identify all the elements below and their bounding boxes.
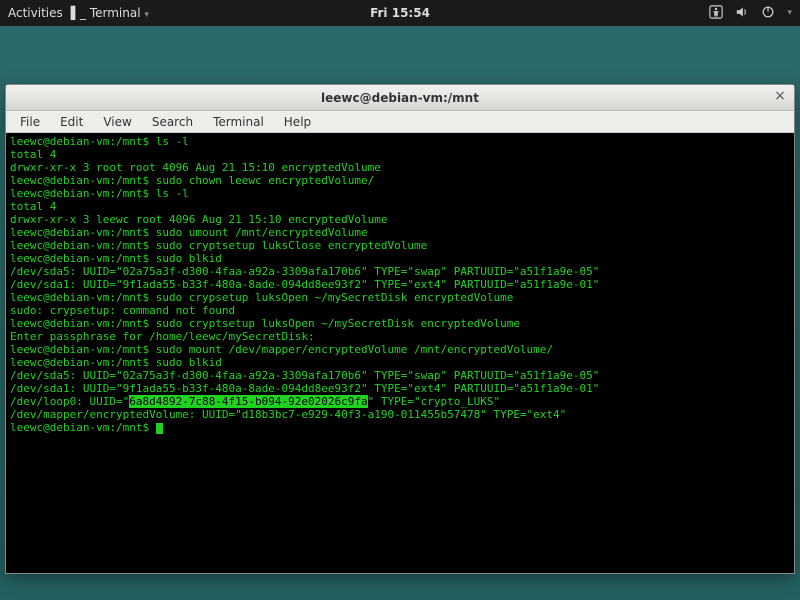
terminal-cursor xyxy=(156,423,163,434)
close-icon[interactable]: × xyxy=(772,89,788,105)
gnome-top-panel: Activities ▌_ Terminal ▾ Fri 15:54 ▾ xyxy=(0,0,800,26)
terminal-line: sudo: crypsetup: command not found xyxy=(10,304,790,317)
clock[interactable]: Fri 15:54 xyxy=(370,6,430,20)
app-menu-label: Terminal xyxy=(90,6,141,20)
window-titlebar[interactable]: leewc@debian-vm:/mnt × xyxy=(6,85,794,111)
window-title: leewc@debian-vm:/mnt xyxy=(321,91,479,105)
accessibility-icon[interactable] xyxy=(709,5,723,22)
terminal-icon: ▌_ xyxy=(71,6,86,20)
terminal-line: leewc@debian-vm:/mnt$ sudo mount /dev/ma… xyxy=(10,343,790,356)
terminal-line: total 4 xyxy=(10,148,790,161)
menu-search[interactable]: Search xyxy=(144,113,201,131)
terminal-line: /dev/loop0: UUID="6a8d4892-7c88-4f15-b09… xyxy=(10,395,790,408)
terminal-line: /dev/mapper/encryptedVolume: UUID="d18b3… xyxy=(10,408,790,421)
terminal-line: leewc@debian-vm:/mnt$ sudo cryptsetup lu… xyxy=(10,317,790,330)
terminal-line: drwxr-xr-x 3 root root 4096 Aug 21 15:10… xyxy=(10,161,790,174)
power-icon[interactable] xyxy=(761,5,775,22)
terminal-line: leewc@debian-vm:/mnt$ sudo chown leewc e… xyxy=(10,174,790,187)
menu-file[interactable]: File xyxy=(12,113,48,131)
terminal-line: /dev/sda5: UUID="02a75a3f-d300-4faa-a92a… xyxy=(10,265,790,278)
terminal-line: leewc@debian-vm:/mnt$ sudo crypsetup luk… xyxy=(10,291,790,304)
terminal-line: /dev/sda1: UUID="9f1ada55-b33f-480a-8ade… xyxy=(10,382,790,395)
activities-button[interactable]: Activities xyxy=(8,6,63,20)
terminal-line: leewc@debian-vm:/mnt$ xyxy=(10,421,790,434)
terminal-line: drwxr-xr-x 3 leewc root 4096 Aug 21 15:1… xyxy=(10,213,790,226)
menu-help[interactable]: Help xyxy=(276,113,319,131)
terminal-line: leewc@debian-vm:/mnt$ sudo umount /mnt/e… xyxy=(10,226,790,239)
terminal-line: leewc@debian-vm:/mnt$ ls -l xyxy=(10,135,790,148)
app-menu[interactable]: ▌_ Terminal ▾ xyxy=(71,6,149,20)
terminal-line: leewc@debian-vm:/mnt$ sudo blkid xyxy=(10,252,790,265)
volume-icon[interactable] xyxy=(735,5,749,22)
terminal-line: /dev/sda5: UUID="02a75a3f-d300-4faa-a92a… xyxy=(10,369,790,382)
menu-view[interactable]: View xyxy=(95,113,139,131)
menu-edit[interactable]: Edit xyxy=(52,113,91,131)
terminal-line: Enter passphrase for /home/leewc/mySecre… xyxy=(10,330,790,343)
terminal-window: leewc@debian-vm:/mnt × File Edit View Se… xyxy=(5,84,795,574)
terminal-line: total 4 xyxy=(10,200,790,213)
terminal-output[interactable]: leewc@debian-vm:/mnt$ ls -ltotal 4drwxr-… xyxy=(6,133,794,573)
chevron-down-icon: ▾ xyxy=(144,10,149,20)
terminal-line: /dev/sda1: UUID="9f1ada55-b33f-480a-8ade… xyxy=(10,278,790,291)
terminal-line: leewc@debian-vm:/mnt$ sudo blkid xyxy=(10,356,790,369)
terminal-line: leewc@debian-vm:/mnt$ sudo cryptsetup lu… xyxy=(10,239,790,252)
chevron-down-icon: ▾ xyxy=(787,8,792,18)
selection-highlight: 6a8d4892-7c88-4f15-b094-92e02026c9fa xyxy=(129,395,367,408)
menubar: File Edit View Search Terminal Help xyxy=(6,111,794,133)
terminal-line: leewc@debian-vm:/mnt$ ls -l xyxy=(10,187,790,200)
menu-terminal[interactable]: Terminal xyxy=(205,113,272,131)
